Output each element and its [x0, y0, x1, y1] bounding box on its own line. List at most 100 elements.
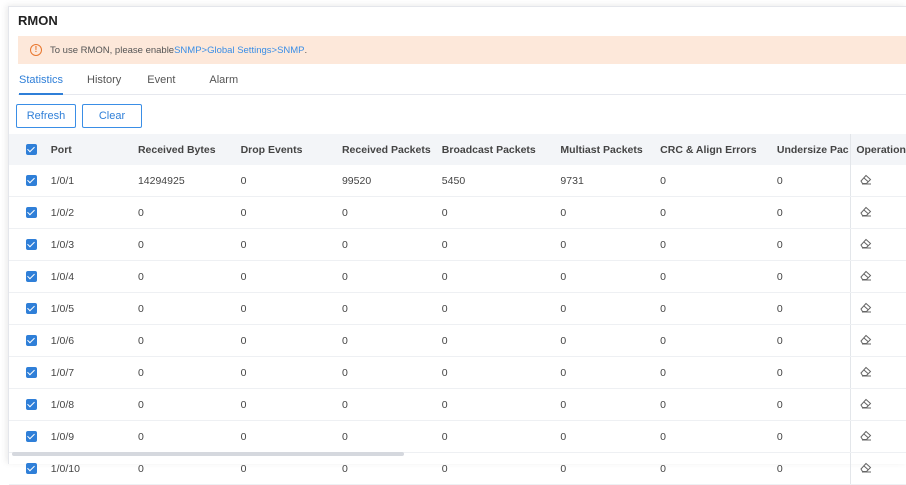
- header-multicast-packets[interactable]: Multiast Packets: [560, 134, 661, 165]
- operation-cell: [850, 196, 906, 229]
- row-checkbox[interactable]: [26, 431, 37, 443]
- row-checkbox[interactable]: [26, 239, 37, 251]
- eraser-icon[interactable]: [859, 269, 873, 284]
- cell-received-packets: 0: [341, 292, 442, 325]
- eraser-icon[interactable]: [859, 365, 873, 380]
- tab-history[interactable]: History: [87, 66, 121, 94]
- table-row: 1/0/4 0 0 0 0 0 0 0: [9, 260, 906, 293]
- cell-received-packets: 0: [341, 452, 442, 485]
- header-port[interactable]: Port: [50, 134, 138, 165]
- cell-port: 1/0/6: [50, 324, 138, 357]
- cell-received-packets: 0: [341, 196, 442, 229]
- cell-broadcast-packets: 0: [441, 324, 561, 357]
- cell-undersize-packets: 0: [776, 196, 851, 229]
- cell-port: 1/0/3: [50, 228, 138, 261]
- table-row: 1/0/5 0 0 0 0 0 0 0: [9, 292, 906, 325]
- eraser-icon[interactable]: [859, 429, 873, 444]
- header-received-packets[interactable]: Received Packets: [341, 134, 442, 165]
- eraser-icon[interactable]: [859, 397, 873, 412]
- table-header-row: Port Received Bytes Drop Events Received…: [9, 134, 906, 165]
- row-checkbox[interactable]: [26, 399, 37, 411]
- cell-drop-events: 0: [240, 165, 342, 197]
- eraser-icon[interactable]: [859, 333, 873, 348]
- cell-crc-align-errors: 0: [660, 228, 777, 261]
- cell-port: 1/0/9: [50, 420, 138, 453]
- cell-received-packets: 0: [341, 388, 442, 421]
- eraser-icon[interactable]: [859, 301, 873, 316]
- row-checkbox[interactable]: [26, 367, 37, 379]
- cell-received-bytes: 0: [137, 356, 241, 389]
- table-row: 1/0/8 0 0 0 0 0 0 0: [9, 388, 906, 421]
- cell-drop-events: 0: [240, 420, 342, 453]
- tab-statistics[interactable]: Statistics: [19, 66, 64, 95]
- cell-multicast-packets: 0: [560, 324, 661, 357]
- table-row: 1/0/3 0 0 0 0 0 0 0: [9, 228, 906, 261]
- header-operation: Operation: [850, 134, 906, 165]
- cell-crc-align-errors: 0: [660, 388, 777, 421]
- tab-bar: Statistics History Event Alarm: [18, 66, 906, 95]
- cell-undersize-packets: 0: [776, 292, 851, 325]
- cell-multicast-packets: 0: [560, 420, 661, 453]
- header-drop-events[interactable]: Drop Events: [240, 134, 342, 165]
- cell-received-packets: 0: [341, 356, 442, 389]
- cell-received-bytes: 0: [137, 228, 241, 261]
- row-checkbox[interactable]: [26, 175, 37, 187]
- cell-crc-align-errors: 0: [660, 292, 777, 325]
- tab-event[interactable]: Event: [147, 66, 175, 94]
- row-checkbox[interactable]: [26, 271, 37, 283]
- operation-cell: [850, 452, 906, 485]
- row-checkbox[interactable]: [26, 303, 37, 315]
- cell-crc-align-errors: 0: [660, 324, 777, 357]
- cell-port: 1/0/7: [50, 356, 138, 389]
- cell-port: 1/0/5: [50, 292, 138, 325]
- horizontal-scrollbar[interactable]: [12, 452, 404, 456]
- cell-undersize-packets: 0: [776, 356, 851, 389]
- header-broadcast-packets[interactable]: Broadcast Packets: [441, 134, 561, 165]
- cell-received-packets: 99520: [341, 165, 442, 197]
- cell-received-bytes: 0: [137, 292, 241, 325]
- select-all-checkbox[interactable]: [26, 144, 37, 156]
- header-crc-align-errors[interactable]: CRC & Align Errors: [660, 134, 777, 165]
- operation-cell: [850, 292, 906, 325]
- row-checkbox[interactable]: [26, 207, 37, 219]
- cell-broadcast-packets: 0: [441, 228, 561, 261]
- operation-cell: [850, 420, 906, 453]
- cell-received-bytes: 0: [137, 452, 241, 485]
- clear-button[interactable]: Clear: [82, 104, 142, 128]
- header-received-bytes[interactable]: Received Bytes: [137, 134, 241, 165]
- cell-undersize-packets: 0: [776, 388, 851, 421]
- cell-port: 1/0/4: [50, 260, 138, 293]
- cell-crc-align-errors: 0: [660, 260, 777, 293]
- operation-cell: [850, 228, 906, 261]
- cell-broadcast-packets: 0: [441, 260, 561, 293]
- table-row: 1/0/2 0 0 0 0 0 0 0: [9, 196, 906, 229]
- cell-broadcast-packets: 0: [441, 292, 561, 325]
- cell-crc-align-errors: 0: [660, 165, 777, 197]
- snmp-settings-link[interactable]: SNMP>Global Settings>SNMP: [174, 45, 304, 56]
- tab-alarm[interactable]: Alarm: [209, 66, 238, 94]
- cell-broadcast-packets: 0: [441, 356, 561, 389]
- eraser-icon[interactable]: [859, 173, 873, 188]
- operation-cell: [850, 324, 906, 357]
- row-checkbox[interactable]: [26, 335, 37, 347]
- header-undersize-packets[interactable]: Undersize Pac: [776, 134, 851, 165]
- eraser-icon[interactable]: [859, 237, 873, 252]
- table-row: 1/0/1 14294925 0 99520 5450 9731 0 0: [9, 165, 906, 197]
- row-checkbox[interactable]: [26, 463, 37, 475]
- eraser-icon[interactable]: [859, 461, 873, 476]
- cell-multicast-packets: 0: [560, 292, 661, 325]
- cell-undersize-packets: 0: [776, 228, 851, 261]
- operation-cell: [850, 165, 906, 197]
- notice-suffix: .: [304, 44, 308, 56]
- cell-received-bytes: 0: [137, 324, 241, 357]
- cell-drop-events: 0: [240, 356, 342, 389]
- refresh-button[interactable]: Refresh: [16, 104, 76, 128]
- table-row: 1/0/10 0 0 0 0 0 0 0: [9, 452, 906, 485]
- cell-drop-events: 0: [240, 260, 342, 293]
- cell-port: 1/0/2: [50, 196, 138, 229]
- table-row: 1/0/6 0 0 0 0 0 0 0: [9, 324, 906, 357]
- cell-port: 1/0/8: [50, 388, 138, 421]
- eraser-icon[interactable]: [859, 205, 873, 220]
- cell-crc-align-errors: 0: [660, 452, 777, 485]
- cell-drop-events: 0: [240, 324, 342, 357]
